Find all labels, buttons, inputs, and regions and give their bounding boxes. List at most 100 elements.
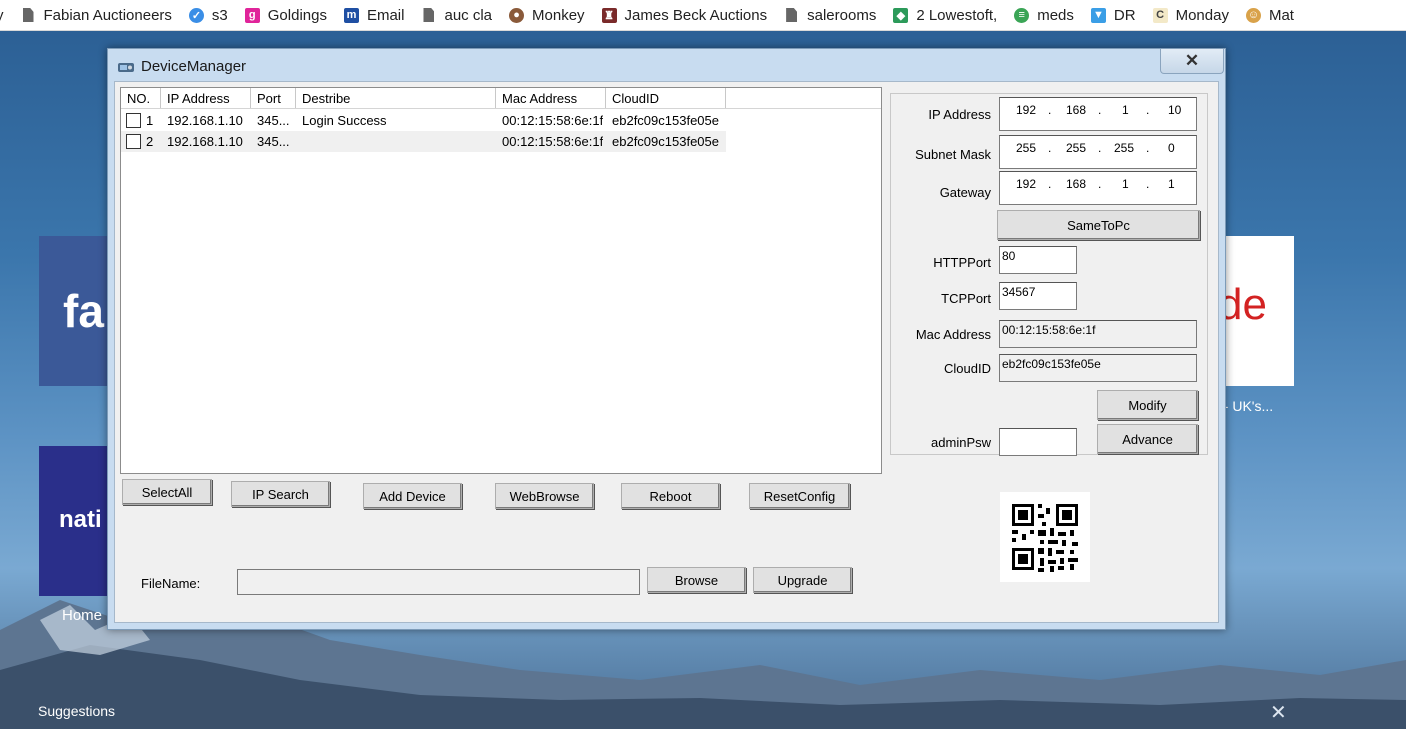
- bookmark-item[interactable]: Fabian Auctioneers: [21, 7, 172, 24]
- column-header[interactable]: Mac Address: [496, 88, 606, 108]
- ip-octet: 255: [1016, 141, 1037, 155]
- window-title: DeviceManager: [141, 58, 247, 75]
- c-logo-icon: C: [1152, 7, 1168, 23]
- suggestions-label[interactable]: Suggestions: [38, 703, 115, 719]
- advance-button[interactable]: Advance: [1097, 424, 1198, 454]
- ip-octet: 1: [1122, 103, 1129, 117]
- device-list[interactable]: NO. IP Address Port Destribe Mac Address…: [120, 87, 882, 474]
- bookmark-label: s3: [211, 6, 228, 24]
- same-to-pc-button[interactable]: SameToPc: [997, 210, 1200, 240]
- web-browse-button[interactable]: WebBrowse: [495, 483, 594, 509]
- browse-button[interactable]: Browse: [647, 567, 746, 593]
- cloudid-field[interactable]: eb2fc09c153fe05e: [999, 354, 1197, 382]
- ip-octet: 192: [1016, 103, 1037, 117]
- ip-address-field[interactable]: 192 . 168 . 1 . 10: [999, 97, 1197, 131]
- reset-config-button[interactable]: ResetConfig: [749, 483, 850, 509]
- bookmark-item[interactable]: C Monday: [1152, 7, 1229, 24]
- ip-octet: 255: [1066, 141, 1087, 155]
- select-all-button[interactable]: SelectAll: [122, 479, 212, 505]
- bookmark-item[interactable]: ♜ James Beck Auctions: [601, 7, 767, 24]
- row-mac: 00:12:15:58:6e:1f: [502, 113, 604, 128]
- bookmark-label: Monkey: [532, 6, 585, 24]
- add-device-button[interactable]: Add Device: [363, 483, 462, 509]
- bookmark-label: 2 Lowestoft,: [916, 6, 998, 24]
- table-row[interactable]: 1 192.168.1.10 345... Login Success 00:1…: [121, 110, 726, 131]
- bookmark-item[interactable]: y: [0, 7, 4, 24]
- close-icon[interactable]: ✕: [1270, 700, 1287, 725]
- bookmark-item[interactable]: ◆ 2 Lowestoft,: [893, 7, 997, 24]
- column-header[interactable]: IP Address: [161, 88, 251, 108]
- filename-label: FileName:: [141, 576, 201, 591]
- client-area: NO. IP Address Port Destribe Mac Address…: [114, 81, 1219, 623]
- admin-password-label: adminPsw: [931, 435, 991, 450]
- column-header[interactable]: Port: [251, 88, 296, 108]
- device-manager-window: DeviceManager ✕ NO. IP Address Port Dest…: [107, 48, 1226, 630]
- bookmark-item[interactable]: auc cla: [421, 7, 492, 24]
- app-icon: [118, 63, 134, 72]
- close-icon: ✕: [1184, 51, 1200, 70]
- row-ip: 192.168.1.10: [167, 134, 243, 149]
- m-logo-icon: m: [343, 7, 359, 23]
- mac-address-label: Mac Address: [915, 327, 991, 342]
- column-header[interactable]: Destribe: [296, 88, 496, 108]
- ip-octet: 255: [1114, 141, 1135, 155]
- modify-button[interactable]: Modify: [1097, 390, 1198, 420]
- ip-dot: .: [1048, 177, 1052, 191]
- gateway-field[interactable]: 192 . 168 . 1 . 1: [999, 171, 1197, 205]
- qr-code-image: [1000, 492, 1090, 582]
- ip-octet: 10: [1168, 103, 1182, 117]
- table-row[interactable]: 2 192.168.1.10 345... 00:12:15:58:6e:1f …: [121, 131, 726, 152]
- shortcut-tile[interactable]: de: [1218, 236, 1294, 386]
- document-icon: [21, 8, 36, 23]
- monkey-icon: ●: [509, 7, 525, 23]
- ip-dot: .: [1048, 103, 1052, 117]
- ip-dot: .: [1146, 141, 1150, 155]
- bookmark-label: Fabian Auctioneers: [43, 6, 172, 24]
- bird-icon: ✓: [188, 7, 204, 23]
- bookmark-item[interactable]: m Email: [343, 6, 405, 24]
- row-port: 345...: [257, 113, 290, 128]
- admin-password-field[interactable]: [999, 428, 1077, 456]
- row-number: 2: [146, 134, 154, 149]
- subnet-mask-field[interactable]: 255 . 255 . 255 . 0: [999, 135, 1197, 169]
- row-number: 1: [146, 113, 154, 128]
- bookmark-item[interactable]: ● Monkey: [509, 7, 585, 24]
- column-header[interactable]: CloudID: [606, 88, 726, 108]
- filename-field[interactable]: [237, 569, 640, 595]
- row-cloudid: eb2fc09c153fe05e: [612, 134, 719, 149]
- ip-octet: 1: [1122, 177, 1129, 191]
- row-cloudid: eb2fc09c153fe05e: [612, 113, 719, 128]
- ip-octet: 168: [1066, 103, 1087, 117]
- bookmark-label: Mat: [1268, 6, 1294, 24]
- row-checkbox[interactable]: [126, 134, 141, 149]
- bookmark-item[interactable]: ▼ DR: [1090, 7, 1136, 24]
- column-header[interactable]: NO.: [121, 88, 161, 108]
- row-checkbox[interactable]: [126, 113, 141, 128]
- ip-octet: 1: [1168, 177, 1175, 191]
- ip-octet: 168: [1066, 177, 1087, 191]
- home-label[interactable]: Home: [62, 607, 102, 624]
- http-port-field[interactable]: 80: [999, 246, 1077, 274]
- tcp-port-field[interactable]: 34567: [999, 282, 1077, 310]
- leaf-icon: ≡: [1014, 7, 1030, 23]
- gavel-icon: ♜: [601, 7, 617, 23]
- mac-address-field[interactable]: 00:12:15:58:6e:1f: [999, 320, 1197, 348]
- subnet-mask-label: Subnet Mask: [915, 147, 991, 162]
- ip-dot: .: [1098, 141, 1102, 155]
- title-bar[interactable]: DeviceManager ✕: [108, 49, 1225, 81]
- bookmark-item[interactable]: g Goldings: [244, 7, 327, 24]
- bookmark-label: Email: [366, 6, 405, 24]
- ip-search-button[interactable]: IP Search: [231, 481, 330, 507]
- close-button[interactable]: ✕: [1160, 49, 1224, 74]
- document-icon: [421, 8, 436, 23]
- bookmark-label: auc cla: [444, 6, 493, 24]
- upgrade-button[interactable]: Upgrade: [753, 567, 852, 593]
- cube-icon: ◆: [893, 7, 909, 23]
- ip-octet: 192: [1016, 177, 1037, 191]
- list-header: NO. IP Address Port Destribe Mac Address…: [121, 88, 881, 109]
- bookmark-item[interactable]: salerooms: [784, 7, 876, 24]
- bookmark-item[interactable]: ✓ s3: [188, 6, 228, 24]
- bookmark-item[interactable]: ≡ meds: [1014, 7, 1074, 24]
- reboot-button[interactable]: Reboot: [621, 483, 720, 509]
- bookmark-item[interactable]: ☺ Mat: [1245, 6, 1294, 24]
